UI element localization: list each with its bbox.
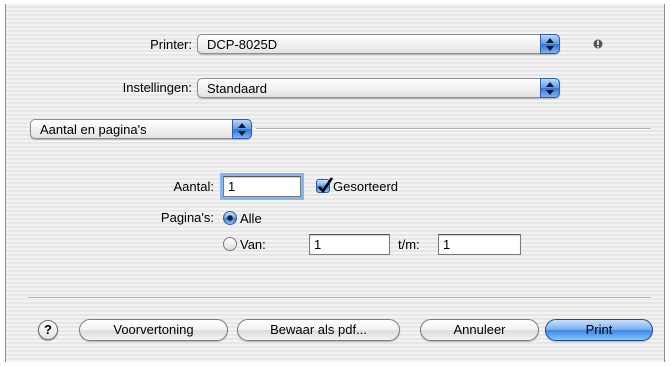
help-button[interactable]: ? [38, 320, 58, 340]
print-button[interactable]: Print [545, 319, 653, 341]
panel-popup[interactable]: Aantal en pagina's [30, 119, 252, 139]
preview-button[interactable]: Voorvertoning [79, 319, 228, 341]
save-pdf-button[interactable]: Bewaar als pdf... [237, 319, 400, 341]
collated-label: Gesorteerd [333, 179, 399, 194]
checkmark-icon [318, 177, 333, 194]
bottom-separator [28, 297, 651, 299]
pages-all-label: Alle [240, 211, 262, 226]
panel-value: Aantal en pagina's [40, 122, 147, 137]
print-dialog: Printer: DCP-8025D Instellingen: Standaa… [5, 4, 665, 362]
pages-from-field[interactable]: 1 [309, 234, 390, 255]
pages-to-label: t/m: [398, 237, 420, 252]
printer-label: Printer: [150, 37, 192, 52]
panel-separator [256, 128, 651, 130]
copies-field[interactable]: 1 [223, 176, 301, 197]
popup-arrows-icon [232, 119, 252, 139]
pages-range-radio[interactable] [223, 237, 237, 251]
pages-to-field[interactable]: 1 [438, 234, 521, 255]
popup-arrows-icon [540, 34, 560, 54]
pages-label: Pagina's: [160, 210, 214, 225]
presets-value: Standaard [207, 81, 267, 96]
printer-popup[interactable]: DCP-8025D [197, 34, 560, 54]
printer-status-icon [593, 39, 603, 49]
pages-all-radio[interactable] [223, 211, 237, 225]
pages-range-label: Van: [240, 237, 266, 252]
copies-label: Aantal: [173, 179, 214, 194]
cancel-button[interactable]: Annuleer [420, 319, 539, 341]
presets-label: Instellingen: [122, 80, 192, 95]
collated-checkbox[interactable] [316, 177, 333, 194]
presets-popup[interactable]: Standaard [197, 78, 560, 98]
printer-value: DCP-8025D [207, 37, 278, 52]
popup-arrows-icon [540, 78, 560, 98]
